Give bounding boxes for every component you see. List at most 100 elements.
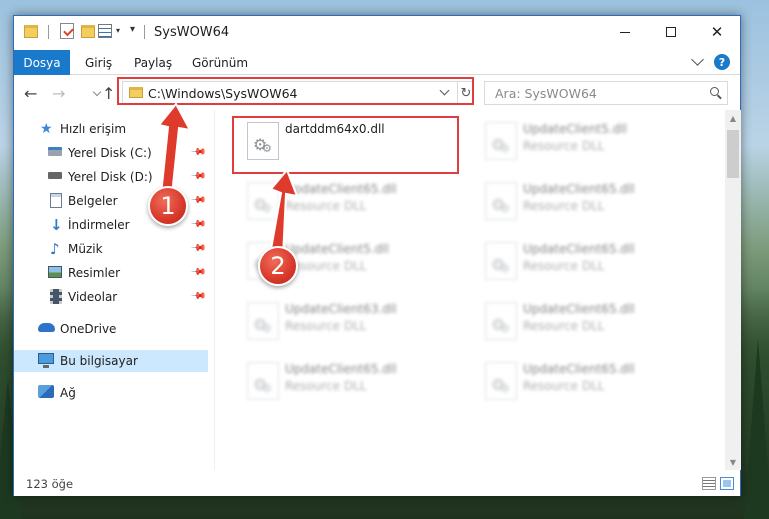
toolbar-separator: [48, 25, 49, 39]
sidebar-item-label: Bu bilgisayar: [60, 354, 138, 368]
recent-locations-icon[interactable]: [92, 87, 102, 97]
dll-file-icon: [485, 182, 517, 220]
tab-share[interactable]: Paylaş: [134, 56, 172, 70]
tab-view[interactable]: Görünüm: [192, 56, 248, 70]
file-name: UpdateClient65.dll: [285, 362, 397, 376]
file-item[interactable]: UpdateClient65.dll Resource DLL: [475, 298, 695, 346]
sidebar-item-network[interactable]: Ağ: [14, 382, 208, 404]
new-folder-icon[interactable]: [81, 25, 95, 38]
pin-icon[interactable]: 📌: [189, 240, 206, 257]
tiles-view-icon[interactable]: [720, 477, 734, 490]
file-name: UpdateClient65.dll: [523, 302, 635, 316]
scroll-down-icon[interactable]: ▼: [725, 454, 741, 470]
sidebar-item-label: Yerel Disk (D:): [68, 170, 153, 184]
sidebar-item-this-pc[interactable]: Bu bilgisayar: [14, 350, 208, 372]
file-item[interactable]: UpdateClient65.dll Resource DLL: [475, 238, 695, 286]
customize-toolbar-icon[interactable]: ▾: [130, 24, 135, 35]
sidebar-item-pictures[interactable]: Resimler 📌: [14, 262, 208, 284]
pin-icon[interactable]: 📌: [189, 192, 206, 209]
file-name: UpdateClient63.dll: [285, 302, 397, 316]
file-item[interactable]: UpdateClient63.dll Resource DLL: [237, 298, 457, 346]
file-type: Resource DLL: [523, 259, 605, 273]
tab-file[interactable]: Dosya: [14, 50, 70, 75]
onedrive-cloud-icon: [38, 323, 55, 332]
toolbar-separator: [144, 25, 145, 39]
downloads-icon: ↓: [50, 216, 63, 234]
minimize-icon: [620, 31, 630, 33]
sidebar-item-label: Müzik: [68, 242, 103, 256]
videos-icon: [50, 289, 62, 304]
drive-d-icon: [48, 172, 62, 179]
network-icon: [38, 385, 54, 398]
sidebar-item-label: Ağ: [60, 386, 76, 400]
sidebar-item-local-disk-d[interactable]: Yerel Disk (D:) 📌: [14, 166, 208, 188]
search-placeholder: Ara: SysWOW64: [495, 86, 597, 101]
dll-file-icon: [247, 182, 279, 220]
ribbon-tabs: Dosya Giriş Paylaş Görünüm ?: [14, 50, 740, 75]
file-item[interactable]: UpdateClient65.dll Resource DLL: [475, 178, 695, 226]
file-type: Resource DLL: [523, 199, 605, 213]
file-type: Resource DLL: [523, 319, 605, 333]
sidebar-item-label: Videolar: [68, 290, 118, 304]
up-arrow-icon[interactable]: ↑: [102, 84, 115, 103]
file-name: UpdateClient65.dll: [523, 182, 635, 196]
item-count: 123 öğe: [26, 477, 74, 491]
pictures-icon: [48, 266, 62, 278]
sidebar-item-quick-access[interactable]: ★ Hızlı erişim: [14, 118, 208, 140]
maximize-icon: [666, 27, 676, 37]
file-type: Resource DLL: [523, 379, 605, 393]
pin-icon[interactable]: 📌: [189, 168, 206, 185]
vertical-scrollbar[interactable]: ▲ ▼: [725, 110, 741, 470]
close-icon: ✕: [710, 23, 724, 41]
back-arrow-icon[interactable]: ←: [24, 84, 37, 103]
sidebar-item-label: Yerel Disk (C:): [68, 146, 152, 160]
pin-icon[interactable]: 📌: [189, 216, 206, 233]
minimize-button[interactable]: [602, 16, 648, 48]
drive-c-icon: [48, 147, 62, 156]
dll-file-icon: [247, 362, 279, 400]
scroll-up-icon[interactable]: ▲: [725, 110, 741, 126]
pin-icon[interactable]: 📌: [189, 288, 206, 305]
quick-access-dropdown-icon[interactable]: ▾: [116, 26, 120, 35]
step-1-badge: 1: [148, 186, 188, 226]
file-type: Resource DLL: [523, 139, 605, 153]
dll-file-icon: [247, 302, 279, 340]
file-name: UpdateClient65.dll: [285, 182, 397, 196]
close-button[interactable]: ✕: [694, 16, 740, 48]
address-bar-highlight: [117, 77, 474, 105]
search-input[interactable]: Ara: SysWOW64: [484, 81, 728, 105]
status-bar: 123 öğe: [14, 472, 740, 496]
pin-icon[interactable]: 📌: [189, 264, 206, 281]
help-icon[interactable]: ?: [714, 54, 730, 70]
dll-file-icon: [485, 302, 517, 340]
dll-file-icon: [485, 362, 517, 400]
properties-check-icon[interactable]: [60, 23, 74, 39]
music-icon: ♪: [50, 240, 60, 258]
file-item[interactable]: UpdateClient65.dll Resource DLL: [237, 178, 457, 226]
sidebar-item-onedrive[interactable]: OneDrive: [14, 318, 208, 340]
background-tree: [744, 339, 769, 519]
file-type: Resource DLL: [285, 319, 367, 333]
star-icon: ★: [40, 121, 53, 137]
details-view-icon[interactable]: [702, 477, 716, 490]
pin-icon[interactable]: 📌: [189, 144, 206, 161]
file-item[interactable]: UpdateClient65.dll Resource DLL: [237, 358, 457, 406]
sidebar-item-local-disk-c[interactable]: Yerel Disk (C:) 📌: [14, 142, 208, 164]
properties-list-icon[interactable]: [98, 24, 112, 38]
maximize-button[interactable]: [648, 16, 694, 48]
navigation-pane: ★ Hızlı erişim Yerel Disk (C:) 📌 Yerel D…: [14, 110, 214, 470]
tab-home[interactable]: Giriş: [85, 56, 112, 70]
sidebar-item-videos[interactable]: Videolar 📌: [14, 286, 208, 308]
documents-icon: [50, 193, 62, 208]
file-item[interactable]: UpdateClient65.dll Resource DLL: [475, 358, 695, 406]
sidebar-item-label: Hızlı erişim: [60, 122, 127, 136]
expand-ribbon-icon[interactable]: [691, 53, 704, 66]
scroll-thumb[interactable]: [727, 130, 739, 178]
file-item[interactable]: UpdateClient5.dll Resource DLL: [475, 118, 695, 166]
sidebar-item-label: Resimler: [68, 266, 121, 280]
sidebar-item-music[interactable]: ♪ Müzik 📌: [14, 238, 208, 260]
forward-arrow-icon[interactable]: →: [52, 84, 65, 103]
file-name: UpdateClient65.dll: [523, 242, 635, 256]
title-bar: ▾ ▾ SysWOW64 ✕: [14, 16, 740, 50]
search-icon[interactable]: [710, 87, 719, 96]
